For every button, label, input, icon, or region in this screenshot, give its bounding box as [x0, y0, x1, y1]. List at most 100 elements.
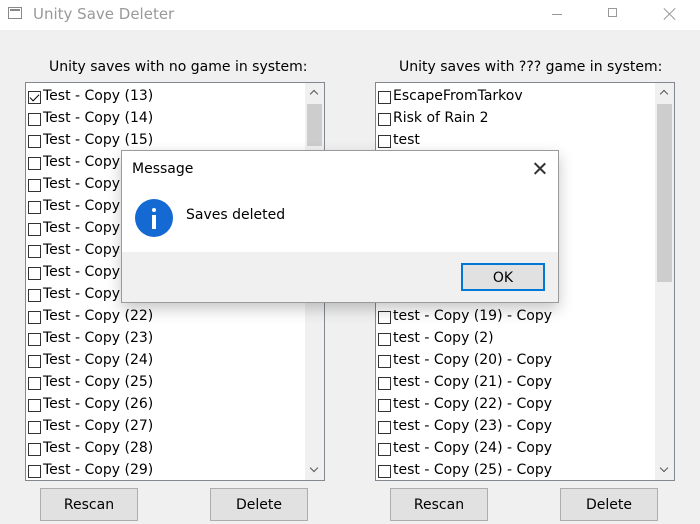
item-label: Test - Copy (23): [43, 330, 154, 346]
main-window: Unity Save Deleter Unity saves with no g…: [0, 0, 700, 524]
right-panel-title: Unity saves with ??? game in system:: [399, 59, 663, 75]
list-item[interactable]: test - Copy (25) - Copy: [376, 460, 655, 480]
list-item[interactable]: Test - Copy (27): [26, 416, 305, 438]
item-checkbox[interactable]: [378, 399, 391, 412]
item-checkbox[interactable]: [28, 355, 41, 368]
item-label: Test - Copy (26): [43, 396, 154, 412]
item-label: test - Copy (23) - Copy: [393, 418, 553, 434]
item-label: Test - Copy: [43, 286, 121, 302]
title-bar: Unity Save Deleter: [0, 0, 700, 30]
list-item[interactable]: Test - Copy (13): [26, 86, 305, 108]
item-label: Test - Copy (29): [43, 462, 154, 478]
item-checkbox[interactable]: [28, 267, 41, 280]
close-button[interactable]: [642, 0, 698, 30]
item-checkbox[interactable]: [28, 113, 41, 126]
item-label: Test - Copy: [43, 198, 121, 214]
item-label: Risk of Rain 2: [393, 110, 489, 126]
item-label: Test - Copy: [43, 220, 121, 236]
item-label: Test - Copy: [43, 264, 121, 280]
dialog-close-icon[interactable]: [530, 159, 550, 179]
scroll-down-arrow-icon[interactable]: [655, 461, 674, 480]
item-label: EscapeFromTarkov: [393, 88, 523, 104]
item-label: test - Copy (2): [393, 330, 494, 346]
list-item[interactable]: Test - Copy (15): [26, 130, 305, 152]
item-checkbox[interactable]: [28, 289, 41, 302]
dialog-message: Saves deleted: [186, 207, 286, 223]
item-checkbox[interactable]: [378, 465, 391, 478]
scroll-down-arrow-icon[interactable]: [305, 461, 324, 480]
right-list-scrollbar[interactable]: [655, 83, 674, 480]
window-app-icon: [8, 7, 22, 19]
item-checkbox[interactable]: [28, 333, 41, 346]
list-item[interactable]: Test - Copy (14): [26, 108, 305, 130]
maximize-button[interactable]: [586, 0, 642, 30]
list-item[interactable]: Test - Copy (22): [26, 306, 305, 328]
item-checkbox[interactable]: [28, 223, 41, 236]
item-checkbox[interactable]: [378, 443, 391, 456]
ok-button[interactable]: OK: [461, 263, 545, 291]
item-checkbox[interactable]: [28, 245, 41, 258]
list-item[interactable]: test - Copy (19) - Copy: [376, 306, 655, 328]
item-label: Test - Copy: [43, 154, 121, 170]
list-item[interactable]: test - Copy (23) - Copy: [376, 416, 655, 438]
list-item[interactable]: Test - Copy (24): [26, 350, 305, 372]
item-label: Test - Copy (13): [43, 88, 154, 104]
list-item[interactable]: test - Copy (22) - Copy: [376, 394, 655, 416]
item-checkbox[interactable]: [378, 333, 391, 346]
item-checkbox[interactable]: [28, 377, 41, 390]
item-checkbox[interactable]: [378, 355, 391, 368]
item-checkbox[interactable]: [28, 443, 41, 456]
item-checkbox[interactable]: [28, 201, 41, 214]
item-checkbox[interactable]: [378, 91, 391, 104]
item-checkbox[interactable]: [28, 465, 41, 478]
item-label: test - Copy (22) - Copy: [393, 396, 553, 412]
item-label: test - Copy (21) - Copy: [393, 374, 553, 390]
list-item[interactable]: Test - Copy (26): [26, 394, 305, 416]
item-checkbox[interactable]: [28, 179, 41, 192]
item-label: Test - Copy (28): [43, 440, 154, 456]
info-icon: [135, 199, 173, 237]
list-item[interactable]: test: [376, 130, 655, 152]
item-label: Test - Copy: [43, 242, 121, 258]
item-checkbox[interactable]: [28, 135, 41, 148]
item-label: test - Copy (19) - Copy: [393, 308, 553, 324]
scroll-up-arrow-icon[interactable]: [305, 83, 324, 102]
list-item[interactable]: Test - Copy (23): [26, 328, 305, 350]
left-rescan-button[interactable]: Rescan: [40, 488, 138, 521]
item-checkbox[interactable]: [378, 377, 391, 390]
item-label: Test - Copy (27): [43, 418, 154, 434]
list-item[interactable]: Test - Copy (25): [26, 372, 305, 394]
list-item[interactable]: Test - Copy (28): [26, 438, 305, 460]
right-delete-button[interactable]: Delete: [560, 488, 658, 521]
dialog-footer: OK: [122, 252, 558, 302]
item-checkbox[interactable]: [378, 135, 391, 148]
left-panel-title: Unity saves with no game in system:: [49, 59, 308, 75]
item-label: Test - Copy: [43, 176, 121, 192]
item-checkbox[interactable]: [28, 421, 41, 434]
list-item[interactable]: Risk of Rain 2: [376, 108, 655, 130]
right-scrollbar-thumb[interactable]: [657, 104, 672, 282]
item-checkbox[interactable]: [28, 91, 41, 104]
message-dialog: Message Saves deleted OK: [121, 150, 559, 303]
item-checkbox[interactable]: [28, 157, 41, 170]
item-checkbox[interactable]: [378, 311, 391, 324]
list-item[interactable]: Test - Copy (29): [26, 460, 305, 480]
list-item[interactable]: EscapeFromTarkov: [376, 86, 655, 108]
item-label: Test - Copy (24): [43, 352, 154, 368]
item-checkbox[interactable]: [28, 399, 41, 412]
scroll-up-arrow-icon[interactable]: [655, 83, 674, 102]
list-item[interactable]: test - Copy (20) - Copy: [376, 350, 655, 372]
list-item[interactable]: test - Copy (24) - Copy: [376, 438, 655, 460]
item-label: test - Copy (20) - Copy: [393, 352, 553, 368]
maximize-icon: [608, 8, 617, 17]
left-delete-button[interactable]: Delete: [210, 488, 308, 521]
item-checkbox[interactable]: [378, 113, 391, 126]
minimize-button[interactable]: [530, 0, 586, 30]
item-checkbox[interactable]: [378, 421, 391, 434]
list-item[interactable]: test - Copy (21) - Copy: [376, 372, 655, 394]
item-label: test: [393, 132, 420, 148]
left-scrollbar-thumb[interactable]: [307, 104, 322, 146]
list-item[interactable]: test - Copy (2): [376, 328, 655, 350]
right-rescan-button[interactable]: Rescan: [390, 488, 488, 521]
item-checkbox[interactable]: [28, 311, 41, 324]
